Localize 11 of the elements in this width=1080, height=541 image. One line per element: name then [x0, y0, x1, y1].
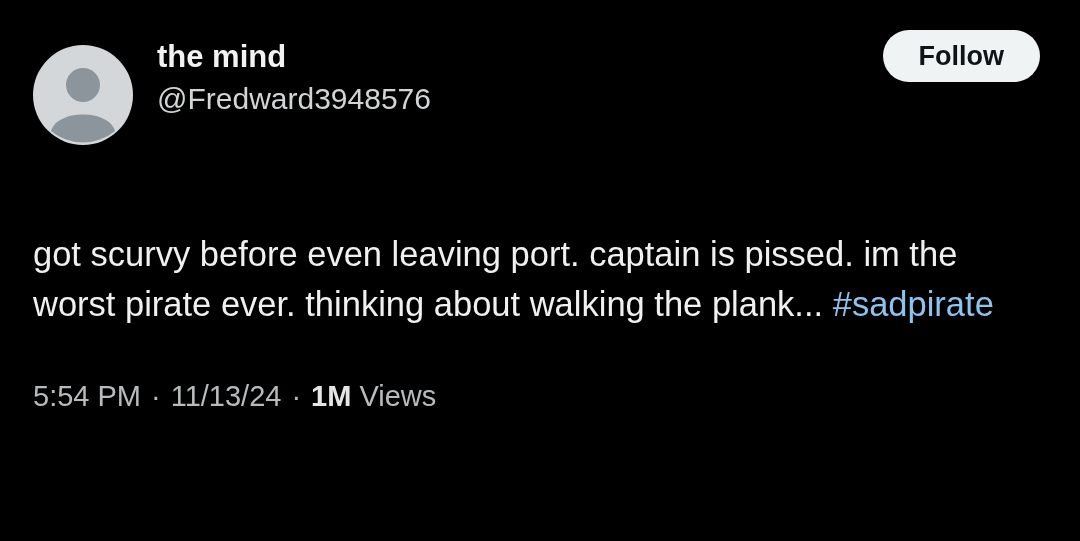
separator: · — [291, 379, 302, 414]
user-handle: @Fredward3948576 — [157, 81, 432, 118]
view-count: 1M Views — [311, 379, 437, 414]
post-date: 11/13/24 — [170, 379, 282, 414]
display-name: the mind — [157, 38, 288, 76]
avatar-icon — [33, 45, 133, 145]
post-time: 5:54 PM — [33, 379, 141, 414]
post-text: got scurvy before even leaving port. captain is pissed. im the worst pirate ever. thinking about walking the plank... #sadpirate — [33, 234, 995, 325]
separator: · — [151, 379, 161, 414]
hashtag-link[interactable]: #sadpirate — [832, 285, 994, 323]
follow-button[interactable]: Follow — [882, 30, 1040, 83]
